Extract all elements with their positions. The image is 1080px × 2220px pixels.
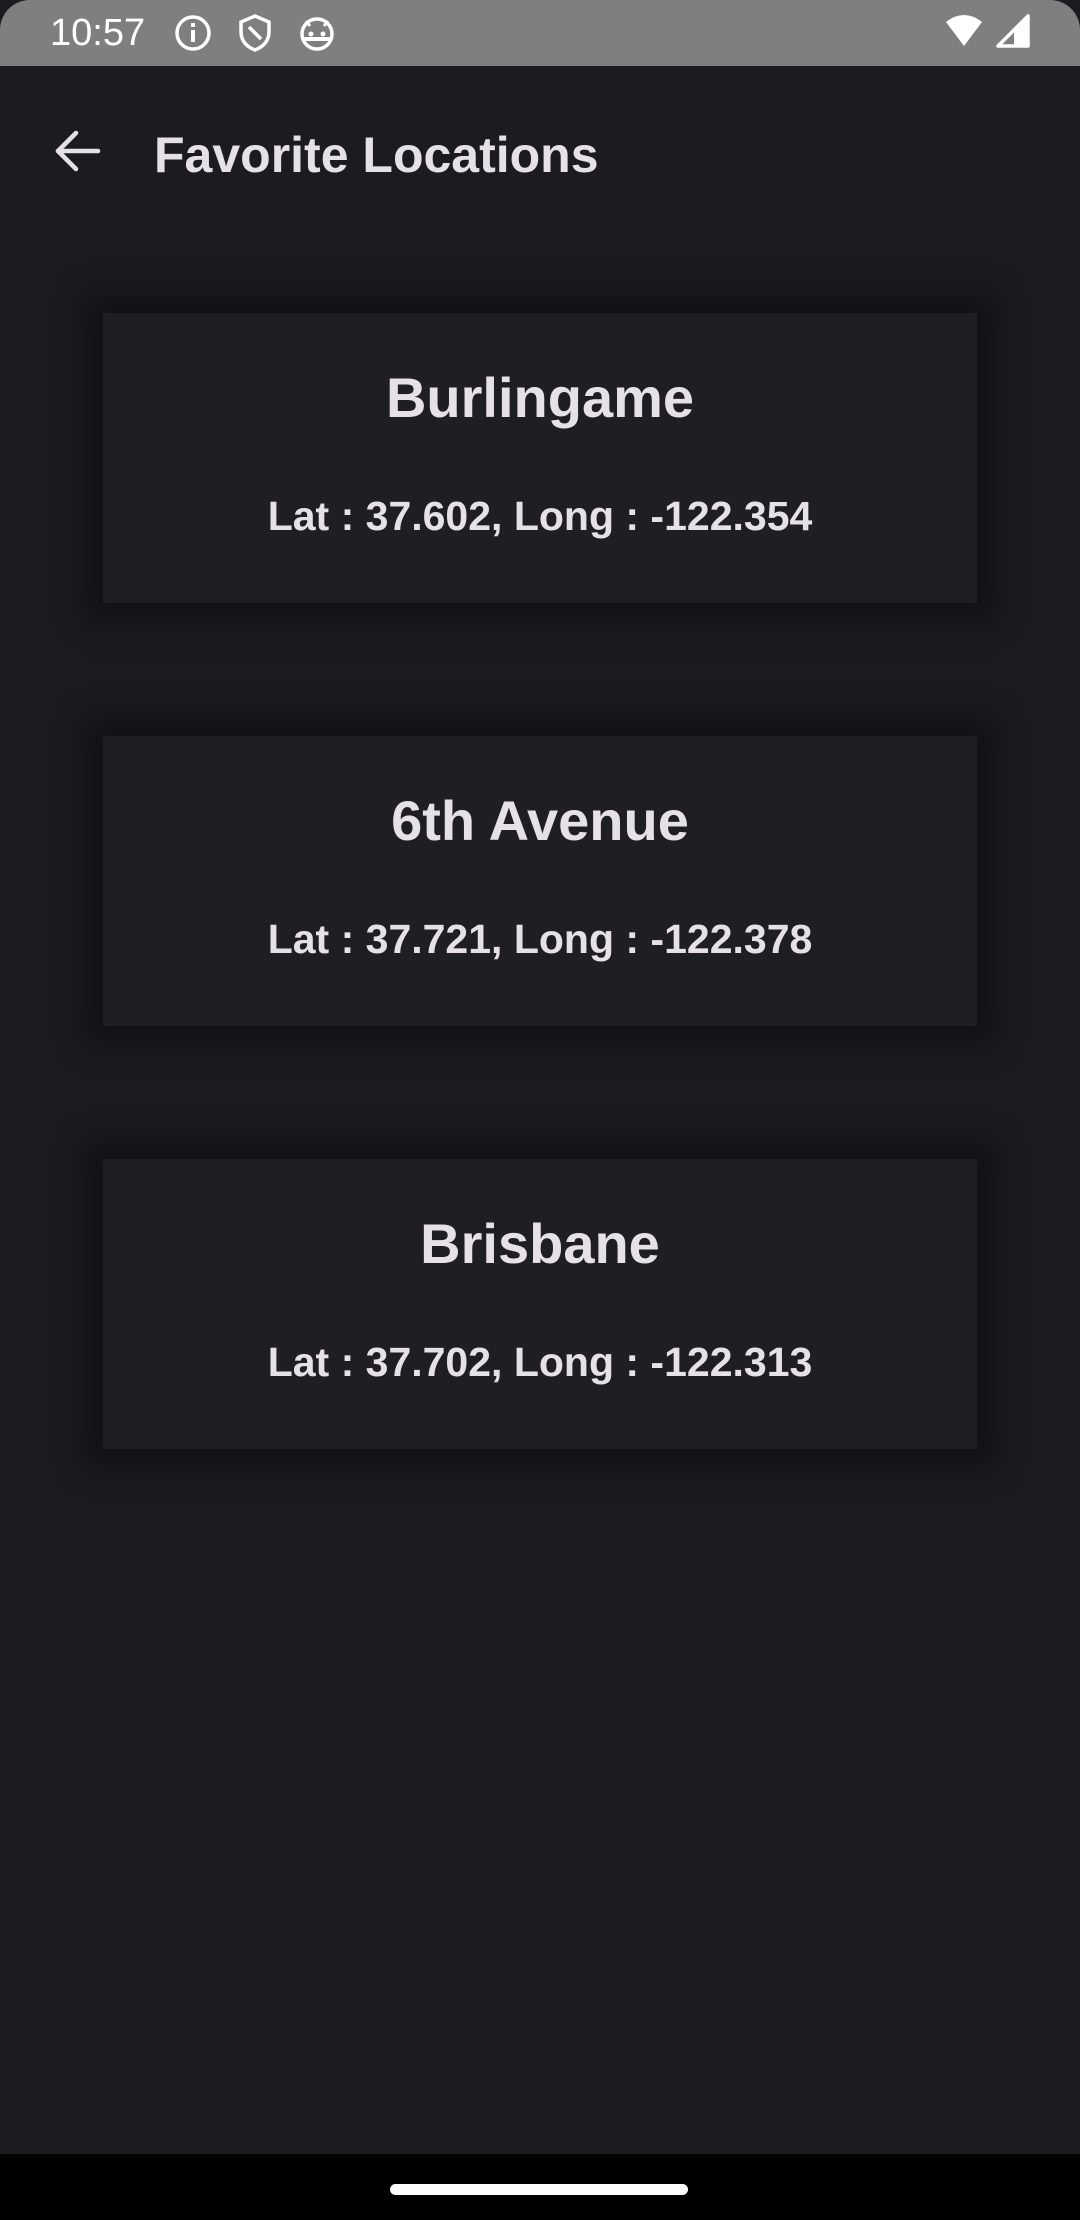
location-card[interactable]: Burlingame Lat : 37.602, Long : -122.354 [103, 313, 977, 603]
navigation-bar [0, 2154, 1080, 2220]
signal-icon [994, 13, 1030, 53]
home-indicator[interactable] [390, 2184, 688, 2195]
wifi-icon [944, 14, 984, 53]
back-button[interactable] [40, 116, 114, 190]
android-icon [295, 11, 339, 55]
location-coordinates: Lat : 37.721, Long : -122.378 [267, 916, 813, 962]
arrow-left-icon [52, 129, 102, 178]
status-right-icons [944, 13, 1030, 53]
app-bar: Favorite Locations [0, 66, 1080, 246]
location-name: Brisbane [420, 1212, 660, 1275]
location-card[interactable]: 6th Avenue Lat : 37.721, Long : -122.378 [103, 736, 977, 1026]
status-bar: 10:57 [0, 0, 1080, 66]
status-time: 10:57 [50, 11, 146, 54]
shield-icon [233, 11, 277, 55]
location-name: 6th Avenue [391, 789, 689, 852]
location-coordinates: Lat : 37.702, Long : -122.313 [267, 1339, 813, 1385]
location-card[interactable]: Brisbane Lat : 37.702, Long : -122.313 [103, 1159, 977, 1449]
info-icon [171, 11, 215, 55]
location-name: Burlingame [385, 366, 695, 429]
location-coordinates: Lat : 37.602, Long : -122.354 [267, 493, 813, 539]
page-title: Favorite Locations [154, 127, 599, 183]
